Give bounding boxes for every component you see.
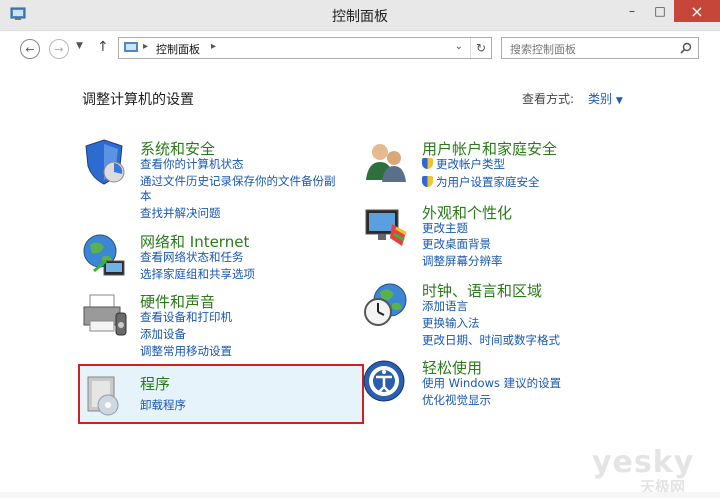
- programs-box-icon: [87, 376, 119, 416]
- back-button[interactable]: ←: [20, 39, 40, 59]
- search-box[interactable]: 搜索控制面板: [501, 37, 699, 59]
- close-button[interactable]: ×: [674, 0, 720, 22]
- link-devices-printers[interactable]: 查看设备和打印机: [140, 308, 232, 326]
- link-date-time-format[interactable]: 更改日期、时间或数字格式: [422, 331, 560, 349]
- link-windows-recommended-settings[interactable]: 使用 Windows 建议的设置: [422, 374, 561, 392]
- link-file-history-backup[interactable]: 通过文件历史记录保存你的文件备份副: [140, 172, 336, 190]
- network-globe-icon: [83, 234, 125, 276]
- link-add-language[interactable]: 添加语言: [422, 297, 468, 315]
- shield-icon: [85, 139, 125, 185]
- window-bottom-edge: [0, 492, 720, 498]
- link-label[interactable]: 更改帐户类型: [436, 157, 505, 171]
- link-uninstall-program[interactable]: 卸载程序: [140, 396, 186, 414]
- uac-shield-icon: [422, 158, 433, 169]
- category-appearance: 外观和个性化 更改主题 更改桌面背景 调整屏幕分辨率: [362, 202, 662, 272]
- link-optimize-visual-display[interactable]: 优化视觉显示: [422, 391, 491, 409]
- printer-icon: [83, 294, 127, 336]
- link-change-input-method[interactable]: 更换输入法: [422, 314, 480, 332]
- link-troubleshoot[interactable]: 查找并解决问题: [140, 204, 221, 222]
- refresh-icon: ↻: [475, 41, 487, 55]
- link-screen-resolution[interactable]: 调整屏幕分辨率: [422, 252, 503, 270]
- category-hardware: 硬件和声音 查看设备和打印机 添加设备 调整常用移动设置: [80, 291, 360, 363]
- refresh-button[interactable]: ↻: [470, 38, 491, 58]
- up-arrow-icon: ↑: [97, 39, 109, 55]
- link-desktop-background[interactable]: 更改桌面背景: [422, 235, 491, 253]
- category-network: 网络和 Internet 查看网络状态和任务 选择家庭组和共享选项: [80, 231, 360, 287]
- category-ease-of-access: 轻松使用 使用 Windows 建议的设置 优化视觉显示: [362, 357, 662, 409]
- maximize-button[interactable]: □: [646, 0, 674, 22]
- category-title[interactable]: 程序: [140, 373, 170, 394]
- clock-globe-icon: [364, 283, 407, 326]
- title-bar: 控制面板 – □ ×: [0, 0, 720, 31]
- page-title: 调整计算机的设置: [82, 92, 194, 108]
- link-file-history-backup-cont[interactable]: 本: [140, 187, 152, 205]
- link-family-safety[interactable]: 为用户设置家庭安全: [422, 173, 540, 191]
- category-clock-language: 时钟、语言和区域 添加语言 更换输入法 更改日期、时间或数字格式: [362, 280, 662, 350]
- breadcrumb[interactable]: 控制面板: [156, 41, 200, 57]
- address-field[interactable]: ▸ 控制面板 ▸ ⌄ ↻: [118, 37, 492, 59]
- forward-arrow-icon: →: [54, 42, 64, 56]
- window-title: 控制面板: [332, 9, 388, 25]
- link-label[interactable]: 为用户设置家庭安全: [436, 175, 540, 189]
- view-by-value[interactable]: 类别: [588, 92, 612, 106]
- watermark-logo: yesky: [592, 445, 695, 480]
- link-mobility-settings[interactable]: 调整常用移动设置: [140, 342, 232, 360]
- address-dropdown-icon[interactable]: ⌄: [455, 41, 463, 52]
- chevron-down-icon: ▼: [76, 41, 83, 51]
- up-button[interactable]: ↑: [97, 39, 109, 55]
- users-icon: [366, 144, 406, 182]
- back-arrow-icon: ←: [25, 42, 35, 56]
- category-user-accounts: 用户帐户和家庭安全 更改帐户类型 为用户设置家庭安全: [362, 138, 662, 190]
- link-network-status[interactable]: 查看网络状态和任务: [140, 248, 244, 266]
- category-system-security: 系统和安全 查看你的计算机状态 通过文件历史记录保存你的文件备份副 本 查找并解…: [80, 138, 360, 228]
- chevron-down-icon: ▼: [615, 96, 623, 106]
- link-homegroup-sharing[interactable]: 选择家庭组和共享选项: [140, 265, 255, 283]
- view-by-label: 查看方式:: [522, 92, 575, 106]
- link-view-computer-status[interactable]: 查看你的计算机状态: [140, 155, 244, 173]
- breadcrumb-separator-icon: ▸: [211, 41, 217, 52]
- appearance-monitor-icon: [365, 209, 407, 246]
- breadcrumb-separator-icon: ▸: [143, 41, 149, 52]
- control-panel-icon: [124, 42, 138, 52]
- ease-of-access-icon: [363, 360, 405, 402]
- minimize-button[interactable]: –: [618, 0, 646, 22]
- link-add-device[interactable]: 添加设备: [140, 325, 186, 343]
- category-programs[interactable]: 程序 卸载程序: [84, 373, 354, 417]
- search-input[interactable]: 搜索控制面板: [510, 41, 576, 57]
- link-change-account-type[interactable]: 更改帐户类型: [422, 155, 505, 173]
- search-icon[interactable]: [680, 42, 692, 54]
- address-bar: ← → ▼ ↑ ▸ 控制面板 ▸ ⌄ ↻ 搜索控制面板: [0, 31, 720, 65]
- forward-button[interactable]: →: [49, 39, 69, 59]
- recent-locations-button[interactable]: ▼: [76, 41, 83, 51]
- uac-shield-icon: [422, 176, 433, 187]
- view-by-dropdown[interactable]: 类别 ▼: [588, 90, 623, 107]
